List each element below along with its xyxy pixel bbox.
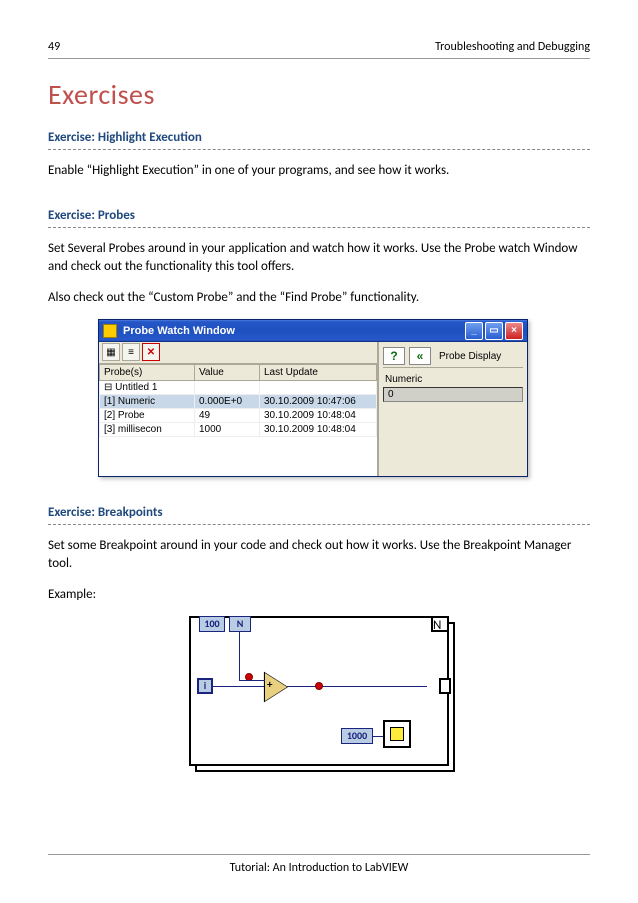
exercise-heading-breakpoints: Exercise: Breakpoints — [48, 505, 590, 525]
toolbar-button-2[interactable]: ≡ — [122, 343, 140, 361]
wait-node — [383, 720, 411, 748]
window-icon — [103, 324, 117, 338]
breakpoint-dot[interactable] — [315, 682, 323, 690]
probe-display-label: Probe Display — [439, 351, 501, 362]
n-terminal: N — [229, 616, 251, 632]
exercise-body-probes-2: Also check out the “Custom Probe” and th… — [48, 289, 590, 307]
window-titlebar[interactable]: Probe Watch Window _ ▭ × — [99, 320, 527, 342]
probe-watch-window: Probe Watch Window _ ▭ × ▦ ≡ ✕ Probe(s) … — [98, 319, 528, 478]
loop-n-corner: N — [431, 616, 449, 632]
probe-value-field[interactable]: 0 — [383, 387, 523, 402]
table-row[interactable]: [2] Probe 49 30.10.2009 10:48:04 — [100, 408, 377, 422]
block-diagram: 100 N N i + 1000 — [189, 616, 449, 766]
table-row[interactable]: [1] Numeric 0.000E+0 30.10.2009 10:47:06 — [100, 394, 377, 408]
tree-root-row[interactable]: ⊟ Untitled 1 — [100, 380, 377, 394]
exercise-heading-highlight: Exercise: Highlight Execution — [48, 130, 590, 150]
page-footer: Tutorial: An Introduction to LabVIEW — [48, 854, 590, 875]
example-label: Example: — [48, 586, 590, 604]
i-terminal: i — [197, 678, 213, 694]
constant-100: 100 — [199, 616, 225, 632]
help-button[interactable]: ? — [383, 347, 405, 365]
page-title: Exercises — [48, 77, 590, 112]
window-title: Probe Watch Window — [123, 325, 463, 337]
close-button[interactable]: × — [505, 322, 523, 340]
exercise-heading-probes: Exercise: Probes — [48, 208, 590, 228]
col-updated[interactable]: Last Update — [260, 364, 377, 380]
probe-field-label: Numeric — [385, 374, 523, 385]
table-row[interactable]: [3] millisecon 1000 30.10.2009 10:48:04 — [100, 422, 377, 436]
exercise-body-breakpoints: Set some Breakpoint around in your code … — [48, 537, 590, 573]
page-header: 49 Troubleshooting and Debugging — [48, 40, 590, 59]
maximize-button[interactable]: ▭ — [485, 322, 503, 340]
chapter-title: Troubleshooting and Debugging — [435, 40, 590, 54]
plus-icon: + — [267, 678, 272, 691]
probe-list-pane: ▦ ≡ ✕ Probe(s) Value Last Update ⊟ Untit… — [99, 342, 379, 477]
page-number: 49 — [48, 40, 60, 54]
col-probes[interactable]: Probe(s) — [100, 364, 195, 380]
minimize-button[interactable]: _ — [465, 322, 483, 340]
nav-back-button[interactable]: « — [409, 347, 431, 365]
constant-1000: 1000 — [341, 728, 373, 744]
col-value[interactable]: Value — [195, 364, 260, 380]
probe-table: Probe(s) Value Last Update ⊟ Untitled 1 … — [99, 364, 377, 477]
exercise-body-highlight: Enable “Highlight Execution” in one of y… — [48, 162, 590, 180]
delete-probe-button[interactable]: ✕ — [142, 343, 160, 361]
loop-tunnel — [439, 678, 451, 694]
toolbar-button-1[interactable]: ▦ — [102, 343, 120, 361]
probe-toolbar: ▦ ≡ ✕ — [99, 342, 377, 364]
probe-display-pane: ? « Probe Display Numeric 0 — [379, 342, 527, 477]
exercise-body-probes-1: Set Several Probes around in your applic… — [48, 240, 590, 276]
